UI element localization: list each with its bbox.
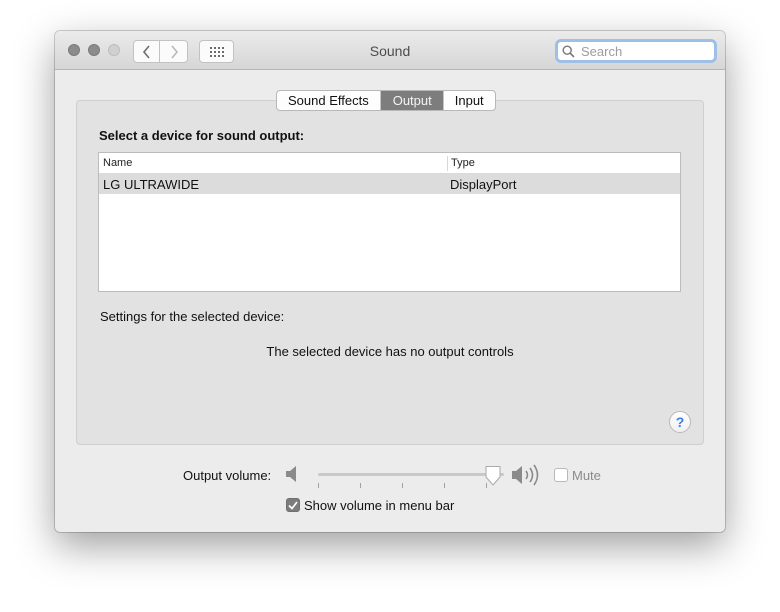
show-volume-label: Show volume in menu bar [304, 498, 455, 513]
device-type-cell: DisplayPort [450, 177, 517, 192]
slider-tick [360, 483, 361, 488]
speaker-high-icon [512, 464, 539, 486]
help-icon: ? [675, 414, 685, 430]
table-row[interactable]: LG ULTRAWIDE DisplayPort [99, 174, 680, 194]
tab-sound-effects[interactable]: Sound Effects [277, 91, 380, 110]
tab-input[interactable]: Input [442, 91, 495, 110]
slider-thumb[interactable] [484, 465, 502, 487]
device-name-cell: LG ULTRAWIDE [103, 177, 200, 192]
search-field[interactable]: Search [555, 39, 717, 63]
column-header-type[interactable]: Type [451, 157, 475, 169]
sound-preferences-window: Sound Search Sound Effects Output Input … [55, 31, 725, 532]
slider-tick [318, 483, 319, 488]
column-divider [447, 156, 448, 171]
search-placeholder: Search [581, 43, 623, 59]
output-volume-slider[interactable] [318, 463, 510, 493]
show-volume-checkbox[interactable] [286, 498, 300, 512]
mute-checkbox[interactable] [554, 468, 568, 482]
checkmark-icon [288, 500, 298, 510]
search-icon [562, 44, 575, 58]
tab-output[interactable]: Output [379, 91, 443, 110]
column-header-name[interactable]: Name [103, 157, 132, 169]
output-device-table[interactable]: Name Type LG ULTRAWIDE DisplayPort [98, 152, 681, 292]
output-volume-label: Output volume: [183, 468, 272, 483]
no-controls-message: The selected device has no output contro… [266, 344, 514, 359]
slider-tick [402, 483, 403, 488]
mute-label: Mute [572, 468, 601, 483]
speaker-low-icon [286, 466, 296, 482]
tab-bar: Sound Effects Output Input [276, 90, 496, 111]
slider-tick [444, 483, 445, 488]
device-list-heading: Select a device for sound output: [99, 128, 305, 143]
help-button[interactable]: ? [669, 411, 691, 433]
table-header: Name Type [99, 153, 680, 174]
slider-track [318, 473, 504, 476]
title-bar: Sound Search [55, 31, 725, 70]
settings-label: Settings for the selected device: [100, 309, 285, 324]
